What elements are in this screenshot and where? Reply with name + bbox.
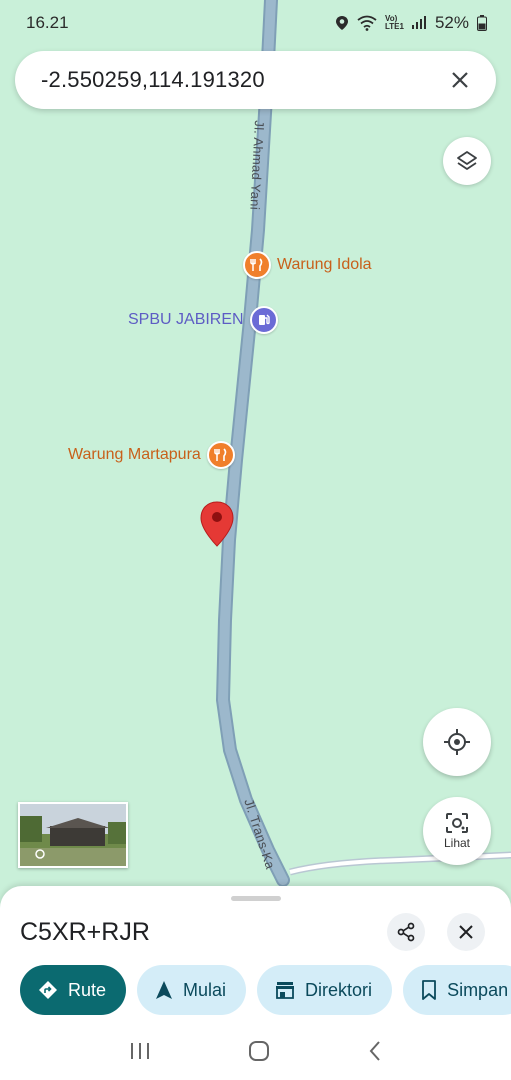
location-pin-icon[interactable] bbox=[199, 500, 235, 548]
home-icon[interactable] bbox=[248, 1040, 270, 1062]
camera-lens-icon bbox=[446, 813, 468, 833]
navigation-arrow-icon bbox=[156, 981, 173, 999]
directory-label: Direktori bbox=[305, 979, 373, 1000]
place-title: C5XR+RJR bbox=[20, 918, 150, 946]
directory-icon bbox=[276, 982, 295, 999]
close-sheet-button[interactable] bbox=[447, 913, 485, 951]
signal-icon bbox=[411, 16, 426, 29]
street-view-image bbox=[20, 804, 126, 866]
search-bar[interactable]: -2.550259,114.191320 bbox=[15, 51, 496, 109]
poi-label: SPBU JABIREN bbox=[128, 311, 244, 328]
directory-button[interactable]: Direktori bbox=[257, 965, 393, 1015]
start-button[interactable]: Mulai bbox=[137, 965, 247, 1015]
poi-warung-martapura[interactable]: Warung Martapura bbox=[68, 441, 235, 469]
status-time: 16.21 bbox=[26, 13, 69, 32]
poi-label: Warung Martapura bbox=[68, 446, 201, 463]
location-icon bbox=[335, 16, 348, 30]
network-label: Vo) LTE1 bbox=[384, 14, 404, 31]
battery-icon bbox=[477, 15, 487, 31]
sheet-drag-handle[interactable] bbox=[231, 896, 281, 901]
street-view-thumbnail[interactable] bbox=[18, 802, 128, 868]
wifi-icon bbox=[357, 15, 377, 31]
close-icon[interactable] bbox=[446, 66, 474, 94]
my-location-button[interactable] bbox=[423, 708, 491, 776]
restaurant-icon bbox=[206, 441, 235, 469]
poi-warung-idola[interactable]: Warung Idola bbox=[243, 251, 372, 279]
crosshair-icon bbox=[444, 729, 470, 755]
layers-icon bbox=[457, 151, 477, 170]
directions-icon bbox=[39, 981, 57, 999]
back-icon[interactable] bbox=[367, 1040, 383, 1062]
recent-apps-icon[interactable] bbox=[129, 1041, 151, 1061]
directions-button[interactable]: Rute bbox=[20, 965, 127, 1015]
close-icon bbox=[459, 925, 473, 939]
poi-spbu-jabiren[interactable]: SPBU JABIREN bbox=[128, 306, 278, 334]
poi-label: Warung Idola bbox=[277, 256, 372, 273]
status-bar: 16.21 Vo) LTE1 52% bbox=[0, 0, 511, 46]
battery-percent: 52% bbox=[434, 13, 469, 32]
search-input[interactable]: -2.550259,114.191320 bbox=[41, 67, 446, 93]
action-chips: Rute Mulai Direktori Simpan bbox=[20, 965, 511, 1015]
lens-button[interactable]: Lihat bbox=[423, 797, 491, 865]
restaurant-icon bbox=[243, 251, 271, 279]
bookmark-icon bbox=[422, 980, 436, 1000]
system-nav-bar bbox=[0, 1022, 511, 1080]
lens-label: Lihat bbox=[443, 836, 471, 850]
save-label: Simpan bbox=[447, 979, 509, 1000]
share-button[interactable] bbox=[387, 913, 425, 951]
directions-label: Rute bbox=[68, 979, 107, 1000]
share-icon bbox=[397, 922, 415, 942]
save-button[interactable]: Simpan bbox=[403, 965, 511, 1015]
layers-button[interactable] bbox=[443, 137, 491, 185]
start-label: Mulai bbox=[183, 979, 227, 1000]
status-icons: Vo) LTE1 52% bbox=[335, 13, 487, 33]
gas-station-icon bbox=[249, 306, 278, 334]
